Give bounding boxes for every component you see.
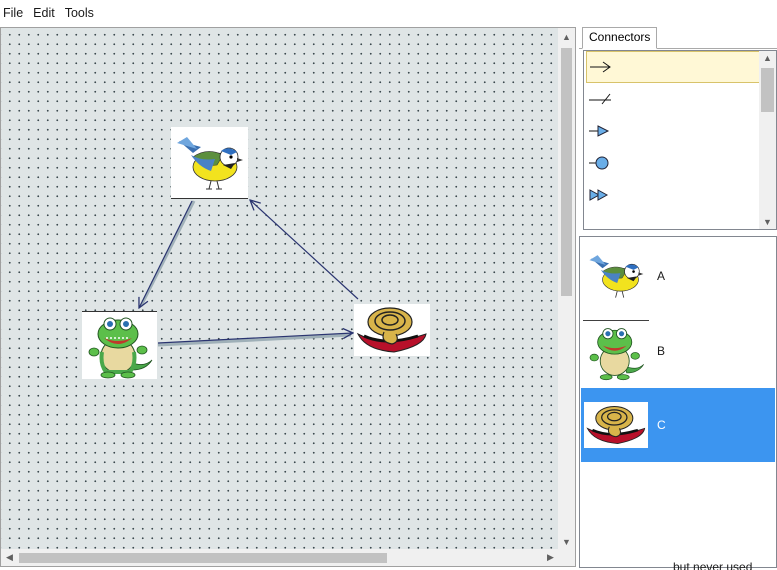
shape-label-c: C bbox=[657, 418, 666, 432]
plain-line-connector-icon bbox=[588, 220, 612, 230]
connectors-scroll-thumb[interactable] bbox=[761, 68, 774, 112]
menu-edit[interactable]: Edit bbox=[30, 0, 62, 27]
scroll-up-icon[interactable]: ▲ bbox=[558, 28, 575, 45]
blue-tit-bird-icon bbox=[589, 255, 644, 298]
connectors-list: ▲ ▼ bbox=[583, 50, 777, 230]
shape-thumb-a bbox=[584, 247, 648, 305]
canvas-horizontal-scroll-thumb[interactable] bbox=[19, 553, 387, 563]
diagram-canvas-frame: ▲ ▼ ◀ ▶ bbox=[0, 27, 576, 567]
double-triangle-connector-icon bbox=[589, 189, 609, 201]
filled-triangle-connector-icon bbox=[589, 125, 610, 137]
shape-label-a: A bbox=[657, 269, 666, 283]
tab-connectors[interactable]: Connectors bbox=[582, 27, 658, 49]
link-croc-to-snail[interactable] bbox=[157, 333, 353, 347]
scroll-left-icon[interactable]: ◀ bbox=[1, 549, 18, 566]
link-bird-to-croc[interactable] bbox=[139, 200, 196, 308]
scroll-up-icon[interactable]: ▲ bbox=[759, 51, 776, 65]
links-layer bbox=[1, 28, 359, 347]
app-window: File Edit Tools ▲ ▼ ◀ ▶ Connectors ▲ ▼ A… bbox=[0, 0, 777, 570]
shapes-list: A B C bbox=[579, 236, 777, 568]
green-crocodile-icon bbox=[589, 328, 645, 381]
shape-item-a[interactable]: A bbox=[581, 239, 775, 313]
shape-item-c[interactable]: C bbox=[581, 388, 775, 462]
shape-label-b: B bbox=[657, 344, 666, 358]
golden-coil-shell-icon bbox=[356, 307, 427, 353]
slash-connector-icon bbox=[589, 93, 611, 105]
shape-item-b[interactable]: B bbox=[581, 314, 775, 388]
scroll-down-icon[interactable]: ▼ bbox=[558, 533, 575, 550]
connector-slash[interactable] bbox=[586, 83, 760, 115]
green-crocodile-icon bbox=[88, 317, 153, 379]
canvas-vertical-scrollbar[interactable]: ▲ ▼ bbox=[558, 28, 575, 550]
menu-tools[interactable]: Tools bbox=[62, 0, 101, 27]
panel-tab-strip: Connectors bbox=[579, 27, 777, 49]
scroll-down-icon[interactable]: ▼ bbox=[759, 215, 776, 229]
open-arrow-connector-icon bbox=[590, 61, 611, 73]
circle-connector-icon bbox=[589, 156, 609, 170]
connector-circle[interactable] bbox=[586, 147, 760, 179]
connector-filled-triangle[interactable] bbox=[586, 115, 760, 147]
menu-bar: File Edit Tools bbox=[0, 0, 777, 27]
golden-coil-shell-icon bbox=[586, 405, 646, 444]
scrollbar-corner bbox=[558, 549, 575, 566]
node-croc[interactable] bbox=[82, 311, 157, 379]
menu-file[interactable]: File bbox=[0, 0, 30, 27]
background-text-fragment: but never used bbox=[673, 560, 753, 570]
node-snail[interactable] bbox=[354, 304, 430, 356]
link-snail-to-bird[interactable] bbox=[250, 200, 359, 300]
connector-double-triangle[interactable] bbox=[586, 179, 760, 211]
canvas-vertical-scroll-thumb[interactable] bbox=[561, 48, 572, 296]
canvas-horizontal-scrollbar[interactable]: ◀ ▶ bbox=[1, 549, 559, 566]
blue-tit-bird-icon bbox=[177, 137, 243, 190]
node-bird[interactable] bbox=[171, 127, 248, 199]
shape-thumb-c bbox=[584, 402, 648, 448]
shape-thumb-b bbox=[584, 322, 648, 382]
connector-open-arrow[interactable] bbox=[586, 51, 760, 83]
diagram-canvas[interactable] bbox=[1, 28, 559, 550]
connector-plain-line[interactable] bbox=[586, 211, 760, 230]
connectors-scrollbar[interactable]: ▲ ▼ bbox=[759, 51, 776, 229]
scroll-right-icon[interactable]: ▶ bbox=[542, 549, 559, 566]
